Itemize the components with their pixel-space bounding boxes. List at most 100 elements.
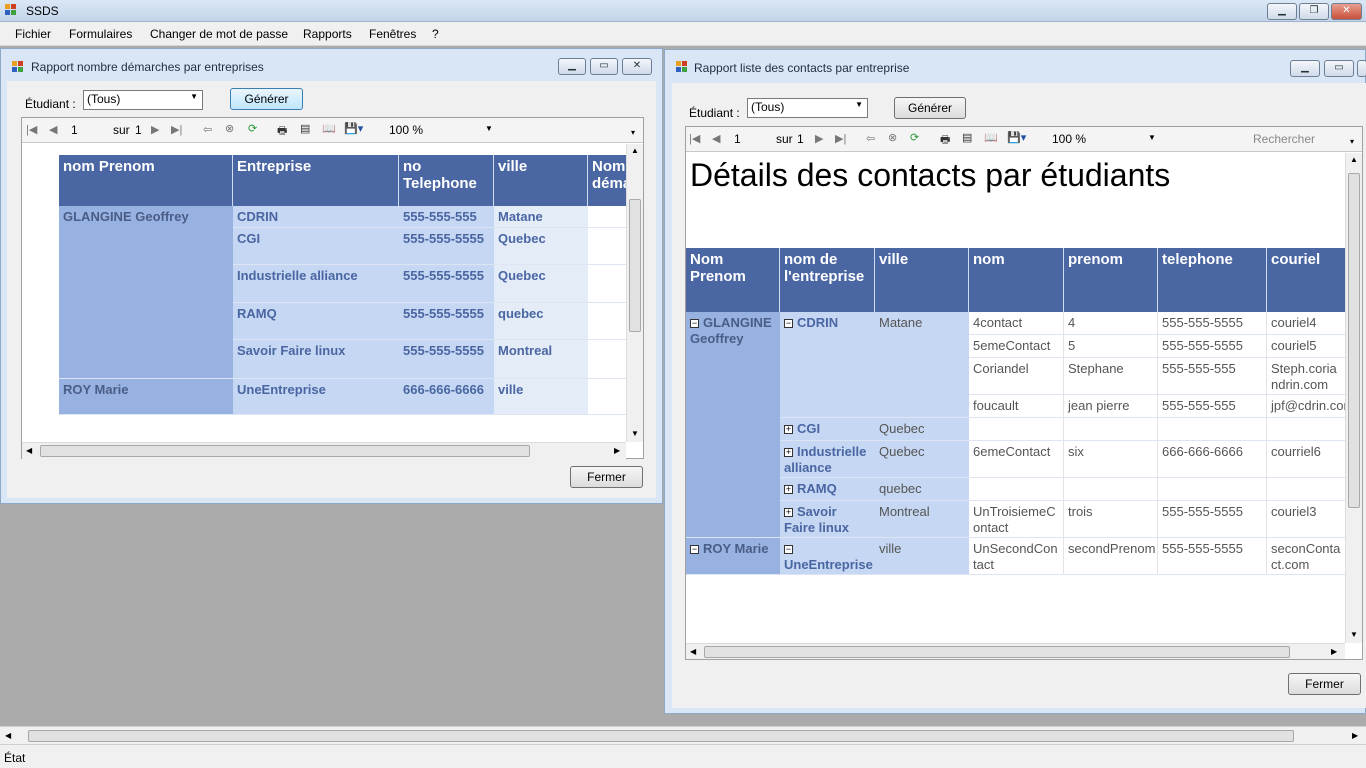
search-link[interactable]: Rechercher bbox=[1253, 132, 1315, 146]
close-button[interactable]: ✕ bbox=[1331, 3, 1362, 20]
horizontal-scrollbar[interactable]: ◀ ▶ bbox=[22, 442, 626, 459]
maximize-button[interactable]: ▭ bbox=[590, 58, 618, 75]
expand-icon[interactable]: + bbox=[784, 425, 793, 434]
prev-page-icon[interactable]: ◀ bbox=[712, 132, 720, 145]
first-page-icon[interactable]: |◀ bbox=[26, 123, 37, 136]
contact-telephone: 555-555-5555 bbox=[1158, 501, 1267, 538]
report-toolbar: |◀ ◀ 1 sur 1 ▶ ▶| ⇦ ⊗ ⟳ 🖶 ▤ 📖 💾▾ 100 % ▼… bbox=[686, 127, 1362, 152]
maximize-button[interactable]: ▭ bbox=[1324, 60, 1354, 77]
menu-rapports[interactable]: Rapports bbox=[303, 27, 352, 41]
of-label: sur bbox=[113, 123, 130, 137]
first-page-icon[interactable]: |◀ bbox=[689, 132, 700, 145]
menu-bar: Fichier Formulaires Changer de mot de pa… bbox=[0, 22, 1366, 46]
last-page-icon[interactable]: ▶| bbox=[835, 132, 846, 145]
collapse-icon[interactable]: − bbox=[690, 319, 699, 328]
zoom-chevron-icon[interactable]: ▼ bbox=[485, 124, 493, 133]
refresh-icon[interactable]: ⟳ bbox=[910, 131, 919, 144]
toolbar-overflow-icon[interactable]: ▾ bbox=[1350, 137, 1354, 146]
close-button[interactable]: Fermer bbox=[570, 466, 643, 488]
scroll-right-icon[interactable]: ▶ bbox=[614, 446, 620, 455]
zoom-select[interactable]: 100 % bbox=[389, 123, 423, 137]
empty-cell bbox=[1267, 418, 1345, 441]
generate-button[interactable]: Générer bbox=[894, 97, 966, 119]
menu-fenetres[interactable]: Fenêtres bbox=[369, 27, 416, 41]
scroll-right-icon[interactable]: ▶ bbox=[1331, 647, 1337, 656]
back-icon[interactable]: ⇦ bbox=[866, 132, 875, 145]
ville-cell: ville bbox=[875, 538, 969, 575]
zoom-chevron-icon[interactable]: ▼ bbox=[1148, 133, 1156, 142]
expand-icon[interactable]: + bbox=[784, 485, 793, 494]
total-pages: 1 bbox=[797, 132, 804, 146]
scroll-down-icon[interactable]: ▼ bbox=[1350, 630, 1358, 639]
toolbar-overflow-icon[interactable]: ▾ bbox=[631, 128, 635, 137]
scroll-left-icon[interactable]: ◀ bbox=[26, 446, 32, 455]
etudiant-select[interactable]: (Tous) ▼ bbox=[747, 98, 868, 118]
next-page-icon[interactable]: ▶ bbox=[815, 132, 823, 145]
scroll-up-icon[interactable]: ▲ bbox=[631, 146, 639, 155]
generate-button[interactable]: Générer bbox=[230, 88, 303, 110]
count-cell bbox=[588, 340, 626, 379]
scroll-thumb[interactable] bbox=[629, 199, 641, 332]
scroll-thumb[interactable] bbox=[704, 646, 1290, 658]
scroll-down-icon[interactable]: ▼ bbox=[631, 429, 639, 438]
scroll-thumb[interactable] bbox=[40, 445, 530, 457]
page-number[interactable]: 1 bbox=[734, 132, 741, 146]
header-nom-demarches: Nom déma bbox=[588, 155, 626, 206]
header-telephone: telephone bbox=[1158, 248, 1267, 312]
refresh-icon[interactable]: ⟳ bbox=[248, 122, 257, 135]
minimize-button[interactable]: ▁ bbox=[1267, 3, 1297, 20]
contact-prenom: trois bbox=[1064, 501, 1158, 538]
horizontal-scrollbar[interactable]: ◀ ▶ bbox=[686, 643, 1345, 659]
page-setup-icon[interactable]: 📖 bbox=[984, 131, 998, 144]
restore-button[interactable]: ❐ bbox=[1299, 3, 1329, 20]
last-page-icon[interactable]: ▶| bbox=[171, 123, 182, 136]
minimize-button[interactable]: ▁ bbox=[1290, 60, 1320, 77]
print-layout-icon[interactable]: ▤ bbox=[300, 122, 310, 135]
telephone-cell: 555-555-5555 bbox=[399, 265, 494, 303]
stop-icon[interactable]: ⊗ bbox=[888, 131, 897, 144]
contact-couriel: couriel4 bbox=[1267, 312, 1345, 335]
close-button[interactable]: Fermer bbox=[1288, 673, 1361, 695]
menu-changer-mot-de-passe[interactable]: Changer de mot de passe bbox=[150, 27, 288, 41]
scroll-left-icon[interactable]: ◀ bbox=[690, 647, 696, 656]
export-icon[interactable]: 💾▾ bbox=[1007, 131, 1026, 144]
minimize-button[interactable]: ▁ bbox=[558, 58, 586, 75]
page-number[interactable]: 1 bbox=[71, 123, 78, 137]
entreprise-cell: UneEntreprise bbox=[233, 379, 399, 415]
vertical-scrollbar[interactable]: ▲ ▼ bbox=[1345, 153, 1362, 643]
expand-icon[interactable]: + bbox=[784, 508, 793, 517]
print-layout-icon[interactable]: ▤ bbox=[962, 131, 972, 144]
scroll-right-icon[interactable]: ▶ bbox=[1352, 731, 1358, 740]
collapse-icon[interactable]: − bbox=[690, 545, 699, 554]
prev-page-icon[interactable]: ◀ bbox=[49, 123, 57, 136]
count-cell bbox=[588, 303, 626, 340]
entreprise-cell: Industrielle alliance bbox=[233, 265, 399, 303]
close-button[interactable]: ✕ bbox=[622, 58, 652, 75]
page-setup-icon[interactable]: 📖 bbox=[322, 122, 336, 135]
collapse-icon[interactable]: − bbox=[784, 319, 793, 328]
menu-fichier[interactable]: Fichier bbox=[15, 27, 51, 41]
empty-cell bbox=[969, 478, 1064, 501]
stop-icon[interactable]: ⊗ bbox=[225, 122, 234, 135]
mdi-horizontal-scrollbar[interactable]: ◀ ▶ bbox=[0, 726, 1366, 744]
expand-icon[interactable]: + bbox=[784, 448, 793, 457]
back-icon[interactable]: ⇦ bbox=[203, 123, 212, 136]
zoom-select[interactable]: 100 % bbox=[1052, 132, 1086, 146]
print-icon[interactable]: 🖶 bbox=[277, 122, 287, 141]
vertical-scrollbar[interactable]: ▲ ▼ bbox=[626, 144, 643, 442]
ville-cell: quebec bbox=[875, 478, 969, 501]
scroll-thumb[interactable] bbox=[1348, 173, 1360, 508]
export-icon[interactable]: 💾▾ bbox=[344, 122, 363, 135]
scroll-up-icon[interactable]: ▲ bbox=[1350, 155, 1358, 164]
scroll-left-icon[interactable]: ◀ bbox=[5, 731, 11, 740]
menu-formulaires[interactable]: Formulaires bbox=[69, 27, 132, 41]
entreprise-cell: RAMQ bbox=[233, 303, 399, 340]
print-icon[interactable]: 🖶 bbox=[940, 131, 950, 150]
etudiant-select[interactable]: (Tous) ▼ bbox=[83, 90, 203, 110]
collapse-icon[interactable]: − bbox=[784, 545, 793, 554]
next-page-icon[interactable]: ▶ bbox=[151, 123, 159, 136]
close-button[interactable] bbox=[1357, 60, 1366, 77]
menu-help[interactable]: ? bbox=[432, 27, 439, 41]
window-icon bbox=[12, 61, 24, 73]
scroll-thumb[interactable] bbox=[28, 730, 1294, 742]
